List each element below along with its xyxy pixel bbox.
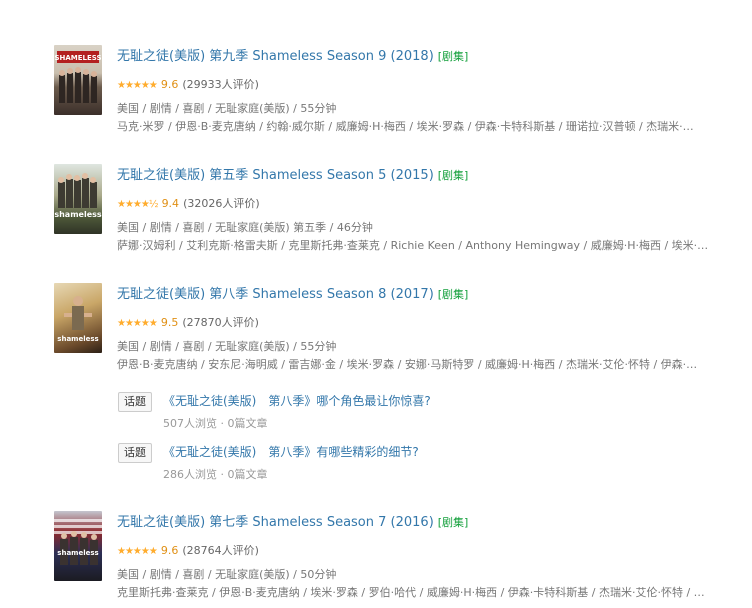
topic-link[interactable]: 《无耻之徒(美版) 第八季》哪个角色最让你惊喜? (163, 392, 431, 410)
result-title-link[interactable]: 无耻之徒(美版) 第七季 Shameless Season 7 (2016) (117, 515, 434, 530)
result-item: shameless 无耻之徒(美版) 第八季 Shameless Season … (54, 283, 744, 373)
title-row: 无耻之徒(美版) 第五季 Shameless Season 5 (2015) [剧… (117, 164, 737, 184)
result-title-link[interactable]: 无耻之徒(美版) 第九季 Shameless Season 9 (2018) (117, 49, 434, 64)
result-info: 无耻之徒(美版) 第七季 Shameless Season 7 (2016) [剧… (117, 511, 737, 601)
star-rating-icon: ★★★★½ (117, 199, 159, 210)
rating-row: ★★★★★ 9.5 (27870人评价) (117, 315, 737, 331)
star-rating-icon: ★★★★★ (117, 318, 158, 329)
poster-logo: SHAMELESS (54, 54, 101, 62)
poster-image[interactable]: shameless (54, 283, 102, 353)
result-title-link[interactable]: 无耻之徒(美版) 第八季 Shameless Season 8 (2017) (117, 287, 434, 302)
rating-score: 9.5 (160, 316, 179, 329)
result-item: shameless 无耻之徒(美版) 第五季 Shameless Season … (54, 164, 744, 254)
topic-link[interactable]: 《无耻之徒(美版) 第八季》有哪些精彩的细节? (163, 443, 419, 461)
result-item: shameless 无耻之徒(美版) 第七季 Shameless Season … (54, 511, 744, 601)
result-meta: 美国 / 剧情 / 喜剧 / 无耻家庭(美版) / 50分钟 (117, 568, 337, 581)
star-rating-icon: ★★★★★ (117, 546, 158, 557)
rating-row: ★★★★★ 9.6 (29933人评价) (117, 77, 737, 93)
poster-logo: shameless (57, 335, 98, 343)
result-info: 无耻之徒(美版) 第五季 Shameless Season 5 (2015) [剧… (117, 164, 737, 254)
rating-score: 9.4 (161, 197, 180, 210)
topic-stats: 507人浏览 · 0篇文章 (163, 417, 268, 430)
result-cast: 马克·米罗 / 伊恩·B·麦克唐纳 / 约翰·威尔斯 / 威廉姆·H·梅西 / … (117, 120, 694, 133)
vote-count: (28764人评价) (182, 544, 259, 557)
result-cast: 伊恩·B·麦克唐纳 / 安东尼·海明威 / 雷吉娜·金 / 埃米·罗森 / 安娜… (117, 358, 698, 371)
result-meta: 美国 / 剧情 / 喜剧 / 无耻家庭(美版) 第五季 / 46分钟 (117, 221, 373, 234)
poster-logo: shameless (54, 210, 102, 219)
category-tag[interactable]: [剧集] (438, 50, 469, 63)
category-tag[interactable]: [剧集] (438, 516, 469, 529)
topic-stats: 286人浏览 · 0篇文章 (163, 468, 268, 481)
result-cast: 萨娜·汉姆利 / 艾利克斯·格雷夫斯 / 克里斯托弗·查莱克 / Richie … (117, 239, 709, 252)
result-info: 无耻之徒(美版) 第九季 Shameless Season 9 (2018) [剧… (117, 45, 737, 135)
result-meta: 美国 / 剧情 / 喜剧 / 无耻家庭(美版) / 55分钟 (117, 340, 337, 353)
poster-image[interactable]: shameless (54, 511, 102, 581)
title-row: 无耻之徒(美版) 第八季 Shameless Season 8 (2017) [剧… (117, 283, 737, 303)
poster-logo: shameless (57, 549, 98, 557)
result-info: 无耻之徒(美版) 第八季 Shameless Season 8 (2017) [剧… (117, 283, 737, 373)
poster-image[interactable]: SHAMELESS (54, 45, 102, 115)
rating-row: ★★★★★ 9.6 (28764人评价) (117, 543, 737, 559)
poster-image[interactable]: shameless (54, 164, 102, 234)
star-rating-icon: ★★★★★ (117, 80, 158, 91)
rating-score: 9.6 (160, 544, 179, 557)
result-title-link[interactable]: 无耻之徒(美版) 第五季 Shameless Season 5 (2015) (117, 168, 434, 183)
result-item: SHAMELESS 无耻之徒(美版) 第九季 Shameless Season … (54, 45, 744, 135)
result-cast: 克里斯托弗·查莱克 / 伊恩·B·麦克唐纳 / 埃米·罗森 / 罗伯·哈代 / … (117, 586, 705, 599)
topic-button[interactable]: 话题 (118, 443, 152, 463)
vote-count: (32026人评价) (183, 197, 260, 210)
related-topic: 话题 《无耻之徒(美版) 第八季》有哪些精彩的细节? 286人浏览 · 0篇文章 (118, 443, 718, 483)
rating-row: ★★★★½ 9.4 (32026人评价) (117, 196, 737, 212)
title-row: 无耻之徒(美版) 第九季 Shameless Season 9 (2018) [剧… (117, 45, 737, 65)
title-row: 无耻之徒(美版) 第七季 Shameless Season 7 (2016) [剧… (117, 511, 737, 531)
category-tag[interactable]: [剧集] (438, 169, 469, 182)
related-topic: 话题 《无耻之徒(美版) 第八季》哪个角色最让你惊喜? 507人浏览 · 0篇文… (118, 392, 718, 432)
result-meta: 美国 / 剧情 / 喜剧 / 无耻家庭(美版) / 55分钟 (117, 102, 337, 115)
vote-count: (29933人评价) (182, 78, 259, 91)
category-tag[interactable]: [剧集] (438, 288, 469, 301)
topic-button[interactable]: 话题 (118, 392, 152, 412)
rating-score: 9.6 (160, 78, 179, 91)
vote-count: (27870人评价) (182, 316, 259, 329)
